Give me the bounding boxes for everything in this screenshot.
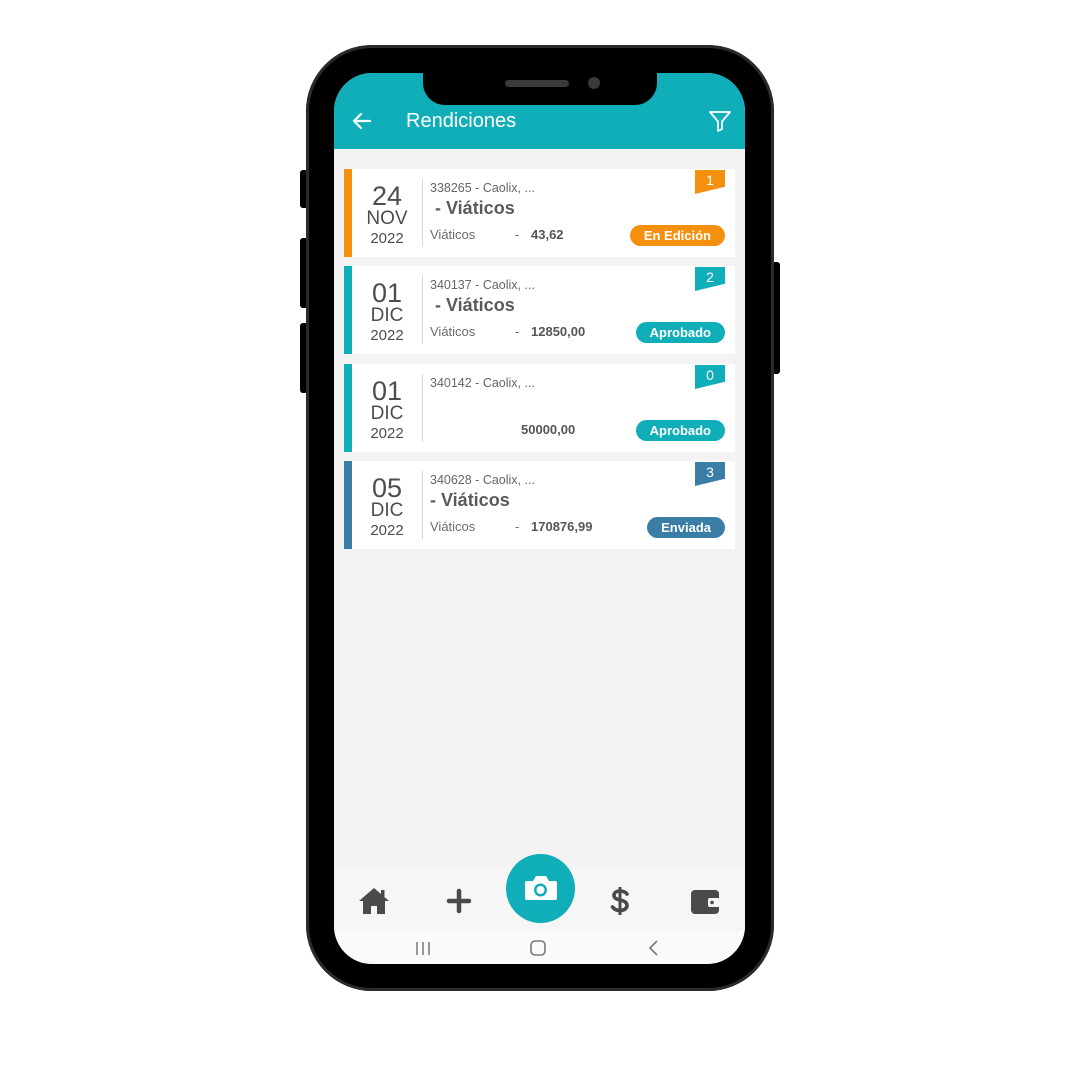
nav-wallet[interactable] <box>687 883 723 919</box>
camera-icon <box>525 876 557 900</box>
separator: - <box>515 324 520 339</box>
home-button[interactable] <box>528 939 548 957</box>
phone-screen: Rendiciones 24 NOV 2022 338265 - Caolix,… <box>334 73 745 964</box>
filter-icon <box>709 111 731 132</box>
expense-category: Viáticos <box>430 227 476 242</box>
expense-category: Viáticos <box>430 324 476 339</box>
rendicion-card[interactable]: 05 DIC 2022 340628 - Caolix, ... - Viáti… <box>344 461 735 549</box>
date-year: 2022 <box>370 230 404 247</box>
back-chevron-icon <box>648 940 658 956</box>
separator: - <box>515 519 520 534</box>
separator: - <box>515 227 520 242</box>
rendicion-ref: 338265 - Caolix, ... <box>430 181 535 195</box>
date-month: DIC <box>370 403 404 424</box>
app-bar: Rendiciones <box>334 73 745 149</box>
status-stripe <box>344 169 352 257</box>
rendicion-concept: - Viáticos <box>430 295 515 315</box>
expense-amount: 12850,00 <box>531 324 586 339</box>
divider <box>422 471 423 539</box>
date-year: 2022 <box>370 522 404 539</box>
date-month: NOV <box>366 208 408 229</box>
rendicion-ref: 340137 - Caolix, ... <box>430 278 535 292</box>
rendicion-ref: 340142 - Caolix, ... <box>430 376 535 390</box>
speaker <box>505 80 569 87</box>
recent-apps-button[interactable] <box>413 939 433 957</box>
notch <box>423 73 657 105</box>
expense-category: Viáticos <box>430 519 476 534</box>
camera-button[interactable] <box>506 854 575 923</box>
divider <box>422 374 423 442</box>
expense-amount: 50000,00 <box>521 422 576 437</box>
divider <box>422 276 423 344</box>
item-count-badge: 2 <box>695 267 725 291</box>
system-nav-bar <box>334 931 745 964</box>
status-badge: Enviada <box>647 517 725 538</box>
front-camera <box>588 77 600 89</box>
date-day: 24 <box>371 181 403 211</box>
expense-amount: 170876,99 <box>531 519 593 534</box>
date-day: 01 <box>371 376 403 406</box>
item-count-badge: 3 <box>695 462 725 486</box>
date-year: 2022 <box>370 425 404 442</box>
back-button[interactable] <box>350 109 374 133</box>
status-badge: En Edición <box>629 225 725 246</box>
rendicion-ref: 340628 - Caolix, ... <box>430 473 535 487</box>
status-badge: Aprobado <box>635 322 725 343</box>
status-badge: Aprobado <box>635 420 725 441</box>
page-title: Rendiciones <box>406 110 517 132</box>
arrow-left-icon <box>352 112 372 130</box>
home-icon <box>359 888 389 914</box>
date-day: 05 <box>371 473 403 503</box>
plus-icon <box>446 888 472 914</box>
rendicion-concept: - Viáticos <box>430 490 510 510</box>
date-month: DIC <box>370 305 404 326</box>
back-system-button[interactable] <box>644 939 664 957</box>
status-stripe <box>344 364 352 452</box>
home-button-icon <box>530 940 546 956</box>
rendicion-card[interactable]: 01 DIC 2022 340137 - Caolix, ... - Viáti… <box>344 266 735 354</box>
status-stripe <box>344 461 352 549</box>
nav-home[interactable] <box>356 883 392 919</box>
nav-expenses[interactable] <box>602 883 638 919</box>
date-month: DIC <box>370 500 404 521</box>
rendicion-card[interactable]: 01 DIC 2022 340142 - Caolix, ... 50000,0… <box>344 364 735 452</box>
dollar-icon <box>610 887 629 915</box>
item-count-badge: 0 <box>695 365 725 389</box>
item-count-badge: 1 <box>695 170 725 194</box>
rendicion-card[interactable]: 24 NOV 2022 338265 - Caolix, ... - Viáti… <box>344 169 735 257</box>
divider <box>422 179 423 247</box>
recent-apps-icon <box>416 942 430 955</box>
filter-button[interactable] <box>707 108 733 134</box>
wallet-icon <box>691 890 721 914</box>
date-day: 01 <box>371 278 403 308</box>
expense-amount: 43,62 <box>531 227 564 242</box>
rendicion-concept: - Viáticos <box>430 198 515 218</box>
date-year: 2022 <box>370 327 404 344</box>
nav-add[interactable] <box>441 883 477 919</box>
status-stripe <box>344 266 352 354</box>
